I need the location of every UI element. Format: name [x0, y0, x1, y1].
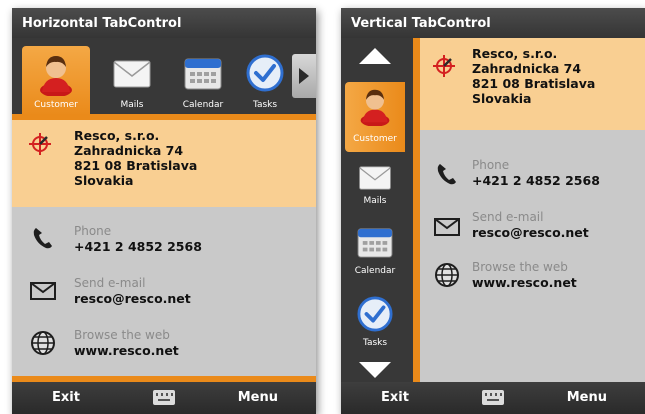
email-icon	[30, 282, 56, 304]
customer-icon	[36, 52, 76, 99]
tab-tasks[interactable]: Tasks	[345, 292, 405, 358]
exit-softkey[interactable]: Exit	[381, 390, 409, 405]
web-value: www.resco.net	[472, 275, 577, 290]
email-value: resco@resco.net	[74, 291, 191, 306]
email-icon	[434, 218, 460, 240]
tab-mails[interactable]: Mails	[102, 46, 162, 116]
address-block[interactable]: Resco, s.r.o. Zahradnicka 74 821 08 Brat…	[420, 38, 645, 130]
address-country: Slovakia	[472, 91, 532, 106]
address-company: Resco, s.r.o.	[74, 128, 160, 143]
customer-icon	[357, 86, 393, 129]
tab-mails[interactable]: Mails	[345, 158, 405, 218]
phone-value: +421 2 4852 2568	[74, 239, 202, 254]
calendar-icon	[357, 226, 393, 261]
globe-icon	[30, 330, 56, 360]
tab-calendar[interactable]: Calendar	[345, 222, 405, 284]
tasks-icon	[357, 296, 393, 335]
location-icon	[28, 132, 52, 160]
address-street: Zahradnicka 74	[74, 143, 184, 158]
tab-customer-label: Customer	[34, 100, 78, 110]
globe-icon	[434, 262, 460, 292]
tab-calendar-label: Calendar	[182, 100, 224, 110]
window-title: Vertical TabControl	[341, 8, 645, 38]
tab-accent-line	[413, 38, 420, 382]
web-value: www.resco.net	[74, 343, 179, 358]
web-row[interactable]: Browse the web www.resco.net	[420, 256, 645, 296]
email-row[interactable]: Send e-mail resco@resco.net	[420, 206, 645, 246]
address-block[interactable]: Resco, s.r.o. Zahradnicka 74 821 08 Brat…	[12, 120, 316, 207]
location-icon	[432, 54, 456, 82]
calendar-icon	[184, 56, 222, 93]
scroll-up-arrow-icon[interactable]	[359, 48, 391, 64]
web-label: Browse the web	[472, 260, 568, 274]
scroll-down-arrow-icon[interactable]	[359, 362, 391, 378]
menu-softkey[interactable]: Menu	[567, 390, 607, 405]
web-label: Browse the web	[74, 328, 170, 342]
tab-tasks-label: Tasks	[362, 338, 388, 348]
vertical-tabcontrol-window: Vertical TabControl Customer Mails Calen…	[341, 8, 645, 414]
bottom-menu-bar: Exit Menu	[341, 382, 645, 414]
email-row[interactable]: Send e-mail resco@resco.net	[12, 270, 316, 310]
address-street: Zahradnicka 74	[472, 61, 582, 76]
email-label: Send e-mail	[472, 210, 544, 224]
tab-customer[interactable]: Customer	[22, 46, 90, 116]
email-value: resco@resco.net	[472, 225, 589, 240]
address-city: 821 08 Bratislava	[74, 158, 198, 173]
keyboard-icon[interactable]	[482, 390, 504, 405]
phone-value: +421 2 4852 2568	[472, 173, 600, 188]
keyboard-icon[interactable]	[153, 390, 175, 405]
mail-icon	[358, 166, 392, 193]
customer-panel: Resco, s.r.o. Zahradnicka 74 821 08 Brat…	[12, 120, 316, 382]
tab-mails-label: Mails	[120, 100, 144, 110]
horizontal-tabcontrol-window: Horizontal TabControl Customer Mails Cal…	[12, 8, 316, 414]
tab-calendar[interactable]: Calendar	[170, 46, 236, 116]
address-company: Resco, s.r.o.	[472, 46, 558, 61]
phone-label: Phone	[74, 224, 112, 238]
web-row[interactable]: Browse the web www.resco.net	[12, 322, 316, 362]
phone-row[interactable]: Phone +421 2 4852 2568	[420, 154, 645, 194]
window-title: Horizontal TabControl	[12, 8, 316, 38]
vertical-tab-strip: Customer Mails Calendar Tasks	[341, 38, 413, 382]
tab-tasks-label: Tasks	[252, 100, 278, 110]
tab-customer[interactable]: Customer	[345, 82, 405, 152]
horizontal-tab-strip: Customer Mails Calendar Tasks	[12, 38, 316, 116]
tab-customer-label: Customer	[353, 134, 397, 144]
bottom-menu-bar: Exit Menu	[12, 382, 316, 414]
tab-tasks[interactable]: Tasks	[240, 46, 290, 116]
tasks-icon	[246, 54, 284, 95]
phone-label: Phone	[472, 158, 510, 172]
menu-softkey[interactable]: Menu	[238, 390, 278, 405]
phone-icon	[32, 226, 54, 254]
email-label: Send e-mail	[74, 276, 146, 290]
phone-row[interactable]: Phone +421 2 4852 2568	[12, 218, 316, 258]
tab-calendar-label: Calendar	[354, 266, 396, 276]
customer-panel: Resco, s.r.o. Zahradnicka 74 821 08 Brat…	[420, 38, 645, 382]
scroll-right-button[interactable]	[292, 54, 316, 98]
phone-icon	[436, 162, 458, 190]
exit-softkey[interactable]: Exit	[52, 390, 80, 405]
tab-mails-label: Mails	[363, 196, 387, 206]
mail-icon	[113, 60, 151, 91]
address-city: 821 08 Bratislava	[472, 76, 596, 91]
address-country: Slovakia	[74, 173, 134, 188]
